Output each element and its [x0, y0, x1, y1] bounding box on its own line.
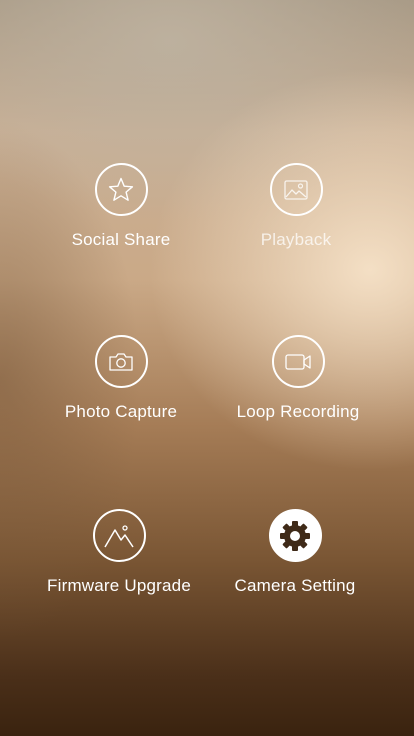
- playback-button[interactable]: Playback: [206, 163, 386, 250]
- social-share-label: Social Share: [71, 230, 171, 249]
- gear-icon: [268, 509, 322, 562]
- camera-setting-label: Camera Setting: [234, 576, 356, 595]
- social-share-button[interactable]: Social Share: [31, 163, 211, 250]
- mountain-icon: [92, 509, 146, 562]
- photo-capture-button[interactable]: Photo Capture: [31, 335, 211, 422]
- playback-label: Playback: [260, 230, 332, 249]
- firmware-upgrade-button[interactable]: Firmware Upgrade: [29, 509, 209, 596]
- loop-recording-label: Loop Recording: [236, 402, 360, 421]
- camera-icon: [94, 335, 148, 388]
- camera-setting-button[interactable]: Camera Setting: [205, 509, 385, 596]
- photo-capture-label: Photo Capture: [64, 402, 178, 421]
- firmware-upgrade-label: Firmware Upgrade: [47, 576, 191, 595]
- video-camera-icon: [271, 335, 325, 388]
- loop-recording-button[interactable]: Loop Recording: [208, 335, 388, 422]
- image-icon: [269, 163, 323, 216]
- star-icon: [94, 163, 148, 216]
